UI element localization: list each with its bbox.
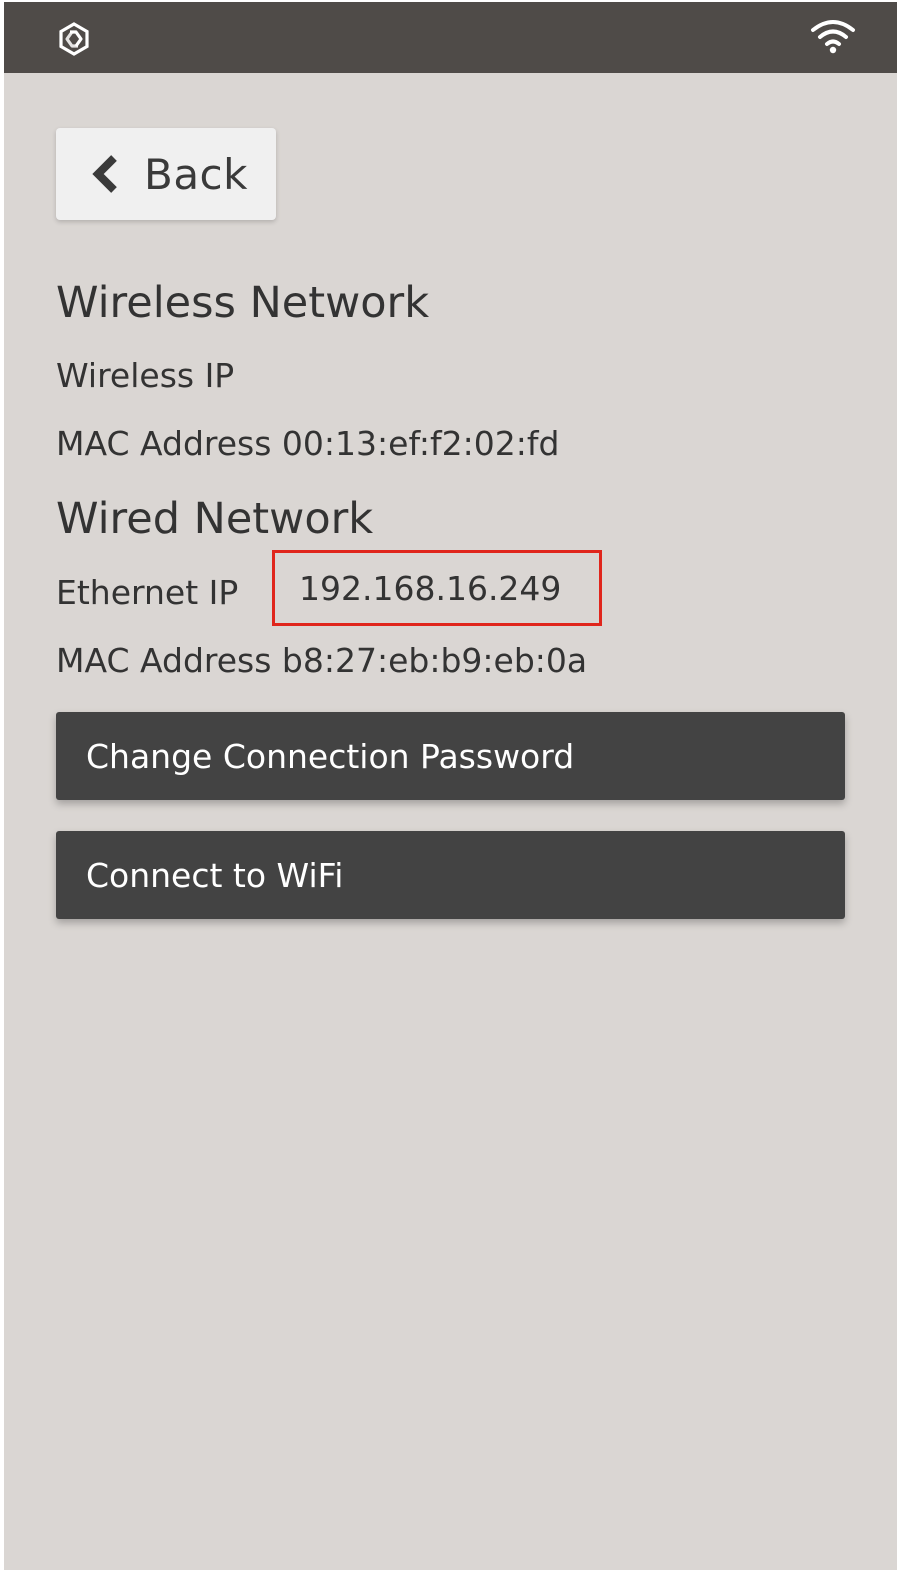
- top-bar: [4, 2, 897, 73]
- back-button-label: Back: [144, 149, 248, 199]
- change-connection-password-label: Change Connection Password: [86, 736, 575, 776]
- wired-mac-value: b8:27:eb:b9:eb:0a: [281, 641, 588, 680]
- wireless-network-heading: Wireless Network: [56, 278, 430, 328]
- ethernet-ip-label: Ethernet IP: [56, 573, 239, 612]
- back-button[interactable]: Back: [56, 128, 276, 220]
- wireless-ip-label: Wireless IP: [56, 356, 235, 395]
- wireless-mac-value: 00:13:ef:f2:02:fd: [281, 424, 560, 463]
- ethernet-ip-value: 192.168.16.249: [299, 568, 562, 608]
- ethernet-ip-highlight: 192.168.16.249: [272, 550, 602, 626]
- connect-to-wifi-label: Connect to WiFi: [86, 855, 344, 895]
- wired-network-heading: Wired Network: [56, 494, 374, 544]
- wireless-mac-label: MAC Address: [56, 424, 272, 463]
- wireless-mac-row: MAC Address 00:13:ef:f2:02:fd: [56, 424, 559, 463]
- network-settings-screen: Back Wireless Network Wireless IP MAC Ad…: [4, 2, 897, 1570]
- change-connection-password-button[interactable]: Change Connection Password: [56, 712, 845, 800]
- chevron-left-icon: [92, 155, 117, 193]
- wired-mac-label: MAC Address: [56, 641, 272, 680]
- connect-to-wifi-button[interactable]: Connect to WiFi: [56, 831, 845, 919]
- wired-mac-row: MAC Address b8:27:eb:b9:eb:0a: [56, 641, 587, 680]
- hexagon-logo-icon: [59, 22, 89, 56]
- wifi-icon: [811, 20, 855, 54]
